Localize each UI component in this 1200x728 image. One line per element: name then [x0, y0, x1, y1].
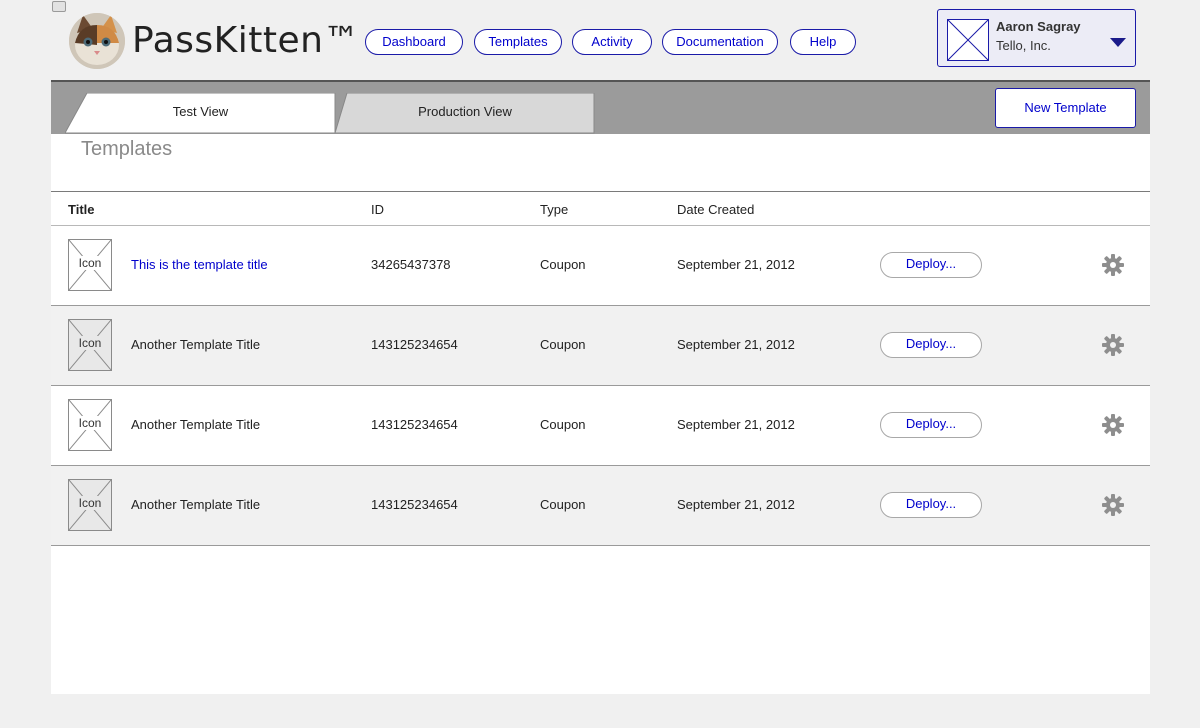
caret-down-icon[interactable]: [1110, 38, 1126, 47]
template-date: September 21, 2012: [677, 417, 795, 432]
icon-label: Icon: [69, 336, 111, 350]
icon-label: Icon: [69, 416, 111, 430]
template-date: September 21, 2012: [677, 497, 795, 512]
image-placeholder-icon: Icon: [68, 239, 112, 291]
gear-icon[interactable]: [1102, 254, 1124, 276]
user-name: Aaron Sagray: [996, 19, 1081, 34]
template-type: Coupon: [540, 337, 586, 352]
logo-kitten-icon: [69, 13, 125, 69]
view-tabbar: Test View Production View New Template: [51, 80, 1150, 134]
template-title: Another Template Title: [131, 497, 261, 512]
image-placeholder-icon: Icon: [68, 479, 112, 531]
table-row: Icon Another Template Title 143125234654…: [51, 466, 1150, 546]
section-title: Templates: [81, 138, 173, 160]
table-row: Icon This is the template title 34265437…: [51, 226, 1150, 306]
template-type: Coupon: [540, 497, 586, 512]
template-title: Another Template Title: [131, 337, 261, 352]
divider: [51, 191, 1150, 192]
icon-label: Icon: [69, 256, 111, 270]
template-id: 143125234654: [371, 497, 458, 512]
deploy-button[interactable]: Deploy...: [880, 252, 982, 278]
col-header-title: Title: [68, 202, 95, 217]
template-id: 143125234654: [371, 337, 458, 352]
nav-documentation[interactable]: Documentation: [662, 29, 778, 55]
page: PassKitten™ Dashboard Templates Activity…: [0, 0, 1200, 728]
nav-activity[interactable]: Activity: [572, 29, 652, 55]
gear-icon[interactable]: [1102, 414, 1124, 436]
table-row: Icon Another Template Title 143125234654…: [51, 306, 1150, 386]
tab-test-view[interactable]: Test View: [65, 93, 336, 134]
template-id: 143125234654: [371, 417, 458, 432]
icon-label: Icon: [69, 496, 111, 510]
deploy-button[interactable]: Deploy...: [880, 492, 982, 518]
template-id: 34265437378: [371, 257, 451, 272]
deploy-button[interactable]: Deploy...: [880, 412, 982, 438]
user-org: Tello, Inc.: [996, 38, 1051, 53]
template-date: September 21, 2012: [677, 257, 795, 272]
tab-production-view-label: Production View: [418, 104, 512, 119]
templates-panel: Test View Production View New Template T…: [51, 80, 1150, 694]
nav-dashboard[interactable]: Dashboard: [365, 29, 463, 55]
deploy-button[interactable]: Deploy...: [880, 332, 982, 358]
app-logo-text: PassKitten™: [132, 20, 360, 61]
template-title-link[interactable]: This is the template title: [131, 257, 268, 272]
template-date: September 21, 2012: [677, 337, 795, 352]
col-header-id: ID: [371, 202, 384, 217]
tab-production-view[interactable]: Production View: [335, 93, 595, 134]
template-type: Coupon: [540, 257, 586, 272]
template-type: Coupon: [540, 417, 586, 432]
nav-help[interactable]: Help: [790, 29, 856, 55]
user-menu[interactable]: Aaron Sagray Tello, Inc.: [937, 9, 1136, 67]
template-title: Another Template Title: [131, 417, 261, 432]
nav-templates[interactable]: Templates: [474, 29, 562, 55]
image-placeholder-icon: Icon: [68, 319, 112, 371]
table-row: Icon Another Template Title 143125234654…: [51, 386, 1150, 466]
tab-test-view-label: Test View: [172, 104, 229, 119]
gear-icon[interactable]: [1102, 494, 1124, 516]
user-avatar-placeholder-icon: [947, 19, 989, 61]
image-placeholder-icon: Icon: [68, 399, 112, 451]
col-header-date: Date Created: [677, 202, 755, 217]
window-control-icon[interactable]: [52, 1, 66, 12]
gear-icon[interactable]: [1102, 334, 1124, 356]
new-template-button[interactable]: New Template: [995, 88, 1136, 128]
col-header-type: Type: [540, 202, 569, 217]
